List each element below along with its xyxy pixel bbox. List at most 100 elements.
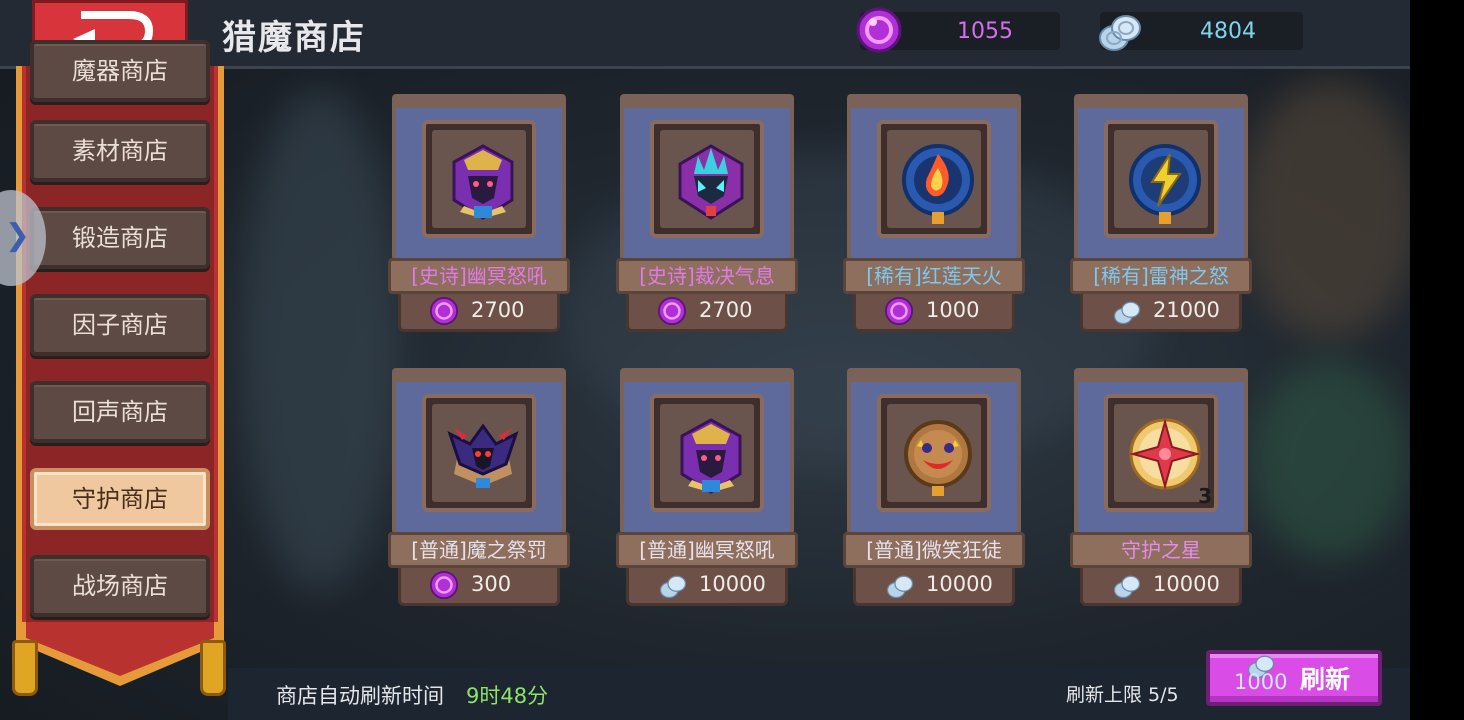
price-value: 10000 bbox=[699, 572, 766, 596]
price-value: 10000 bbox=[926, 572, 993, 596]
item-slot bbox=[650, 120, 764, 238]
item-slot bbox=[422, 120, 536, 238]
item-price: 300 bbox=[398, 568, 560, 606]
item-slot-inner bbox=[887, 404, 981, 502]
top-bar: 猎魔商店 1055 4804 bbox=[0, 0, 1410, 69]
banner-tip bbox=[16, 622, 224, 686]
crystal-demon-icon bbox=[678, 144, 744, 220]
refresh-limit: 刷新上限 5/5 bbox=[1066, 684, 1179, 706]
refresh-cost: 1000 bbox=[1234, 670, 1288, 694]
shop-item-card[interactable]: [稀有]雷神之怒 21000 bbox=[1070, 94, 1252, 332]
item-price: 1000 bbox=[853, 294, 1015, 332]
item-price: 2700 bbox=[626, 294, 788, 332]
gem-icon bbox=[856, 7, 902, 53]
gem-icon bbox=[429, 296, 459, 326]
card-cap bbox=[1074, 94, 1248, 108]
purple-demon-mask-icon bbox=[452, 144, 514, 220]
card-cap bbox=[1074, 368, 1248, 382]
item-price: 10000 bbox=[853, 568, 1015, 606]
sidebar-item-factor-shop[interactable]: 因子商店 bbox=[30, 294, 210, 356]
shop-category-sidebar: 魔器商店 素材商店 锻造商店 因子商店 回声商店 守护商店 战场商店 bbox=[14, 40, 226, 696]
background-blur bbox=[240, 90, 400, 590]
item-price: 10000 bbox=[1080, 568, 1242, 606]
shop-item-card[interactable]: [普通]幽冥怒吼 10000 bbox=[616, 368, 798, 606]
sidebar-item-label: 守护商店 bbox=[72, 485, 168, 513]
item-slot bbox=[650, 394, 764, 512]
silver-icon bbox=[1113, 575, 1141, 599]
fire-orb-icon bbox=[902, 144, 974, 224]
gem-icon bbox=[657, 296, 687, 326]
card-cap bbox=[620, 368, 794, 382]
background-blur bbox=[1250, 360, 1410, 560]
item-name: [普通]微笑狂徒 bbox=[843, 532, 1025, 568]
lightning-orb-icon bbox=[1129, 144, 1201, 224]
sidebar-item-label: 战场商店 bbox=[72, 572, 168, 600]
item-slot-inner bbox=[660, 404, 754, 502]
silver-icon bbox=[1099, 15, 1141, 51]
silver-icon bbox=[659, 575, 687, 599]
sidebar-item-label: 魔器商店 bbox=[72, 57, 168, 85]
silver-amount: 4804 bbox=[1200, 19, 1256, 44]
card-cap bbox=[392, 94, 566, 108]
card-cap bbox=[847, 368, 1021, 382]
sidebar-item-label: 回声商店 bbox=[72, 398, 168, 426]
sidebar-item-echo-shop[interactable]: 回声商店 bbox=[30, 381, 210, 443]
item-slot-inner bbox=[432, 130, 526, 228]
item-name: [史诗]裁决气息 bbox=[616, 258, 798, 294]
gem-amount: 1055 bbox=[957, 19, 1013, 44]
silver-icon bbox=[886, 575, 914, 599]
item-price: 21000 bbox=[1080, 294, 1242, 332]
item-slot-inner bbox=[660, 130, 754, 228]
shop-item-card[interactable]: [史诗]裁决气息 2700 bbox=[616, 94, 798, 332]
sidebar-item-magic-shop[interactable]: 魔器商店 bbox=[30, 40, 210, 102]
sidebar-item-battlefield-shop[interactable]: 战场商店 bbox=[30, 555, 210, 617]
sidebar-item-label: 因子商店 bbox=[72, 311, 168, 339]
item-name: [史诗]幽冥怒吼 bbox=[388, 258, 570, 294]
auto-refresh-countdown: 9时48分 bbox=[466, 684, 549, 708]
item-slot-inner bbox=[887, 130, 981, 228]
item-name: [稀有]雷神之怒 bbox=[1070, 258, 1252, 294]
item-slot bbox=[1104, 120, 1218, 238]
gem-icon bbox=[884, 296, 914, 326]
gem-icon bbox=[429, 570, 459, 600]
item-slot bbox=[877, 394, 991, 512]
page-title: 猎魔商店 bbox=[222, 18, 366, 58]
gem-counter: 1055 bbox=[856, 7, 1060, 53]
shop-item-card[interactable]: 3 守护之星 10000 bbox=[1070, 368, 1252, 606]
price-value: 21000 bbox=[1153, 298, 1220, 322]
guardian-star-icon bbox=[1129, 418, 1201, 490]
refresh-button[interactable]: 1000 刷新 bbox=[1206, 650, 1382, 706]
shop-item-card[interactable]: [稀有]红莲天火 1000 bbox=[843, 94, 1025, 332]
item-slot-inner bbox=[1114, 130, 1208, 228]
price-value: 2700 bbox=[699, 298, 753, 322]
smiling-mask-icon bbox=[904, 420, 972, 496]
sidebar-item-forge-shop[interactable]: 锻造商店 bbox=[30, 207, 210, 269]
item-slot bbox=[877, 120, 991, 238]
silver-counter: 4804 bbox=[1099, 12, 1303, 51]
price-value: 2700 bbox=[471, 298, 525, 322]
purple-demon-mask-icon bbox=[680, 418, 742, 494]
shop-item-card[interactable]: [普通]魔之祭罚 300 bbox=[388, 368, 570, 606]
item-slot-inner bbox=[432, 404, 526, 502]
card-cap bbox=[620, 94, 794, 108]
price-value: 300 bbox=[471, 572, 512, 596]
sidebar-item-guardian-shop[interactable]: 守护商店 bbox=[30, 468, 210, 530]
sidebar-item-label: 锻造商店 bbox=[72, 224, 168, 252]
item-name: 守护之星 bbox=[1070, 532, 1252, 568]
banner-tassel bbox=[200, 640, 226, 696]
item-price: 10000 bbox=[626, 568, 788, 606]
silver-icon bbox=[1113, 301, 1141, 325]
background-blur bbox=[1240, 80, 1410, 340]
item-quantity: 3 bbox=[1198, 484, 1212, 508]
banner-tassel bbox=[12, 640, 38, 696]
item-name: [普通]魔之祭罚 bbox=[388, 532, 570, 568]
item-name: [稀有]红莲天火 bbox=[843, 258, 1025, 294]
refresh-button-label: 刷新 bbox=[1300, 665, 1351, 694]
shop-item-card[interactable]: [普通]微笑狂徒 10000 bbox=[843, 368, 1025, 606]
item-name: [普通]幽冥怒吼 bbox=[616, 532, 798, 568]
sidebar-item-material-shop[interactable]: 素材商店 bbox=[30, 120, 210, 182]
auto-refresh-label: 商店自动刷新时间 bbox=[276, 684, 444, 708]
dark-winged-demon-icon bbox=[447, 423, 519, 488]
shop-item-card[interactable]: [史诗]幽冥怒吼 2700 bbox=[388, 94, 570, 332]
card-cap bbox=[847, 94, 1021, 108]
